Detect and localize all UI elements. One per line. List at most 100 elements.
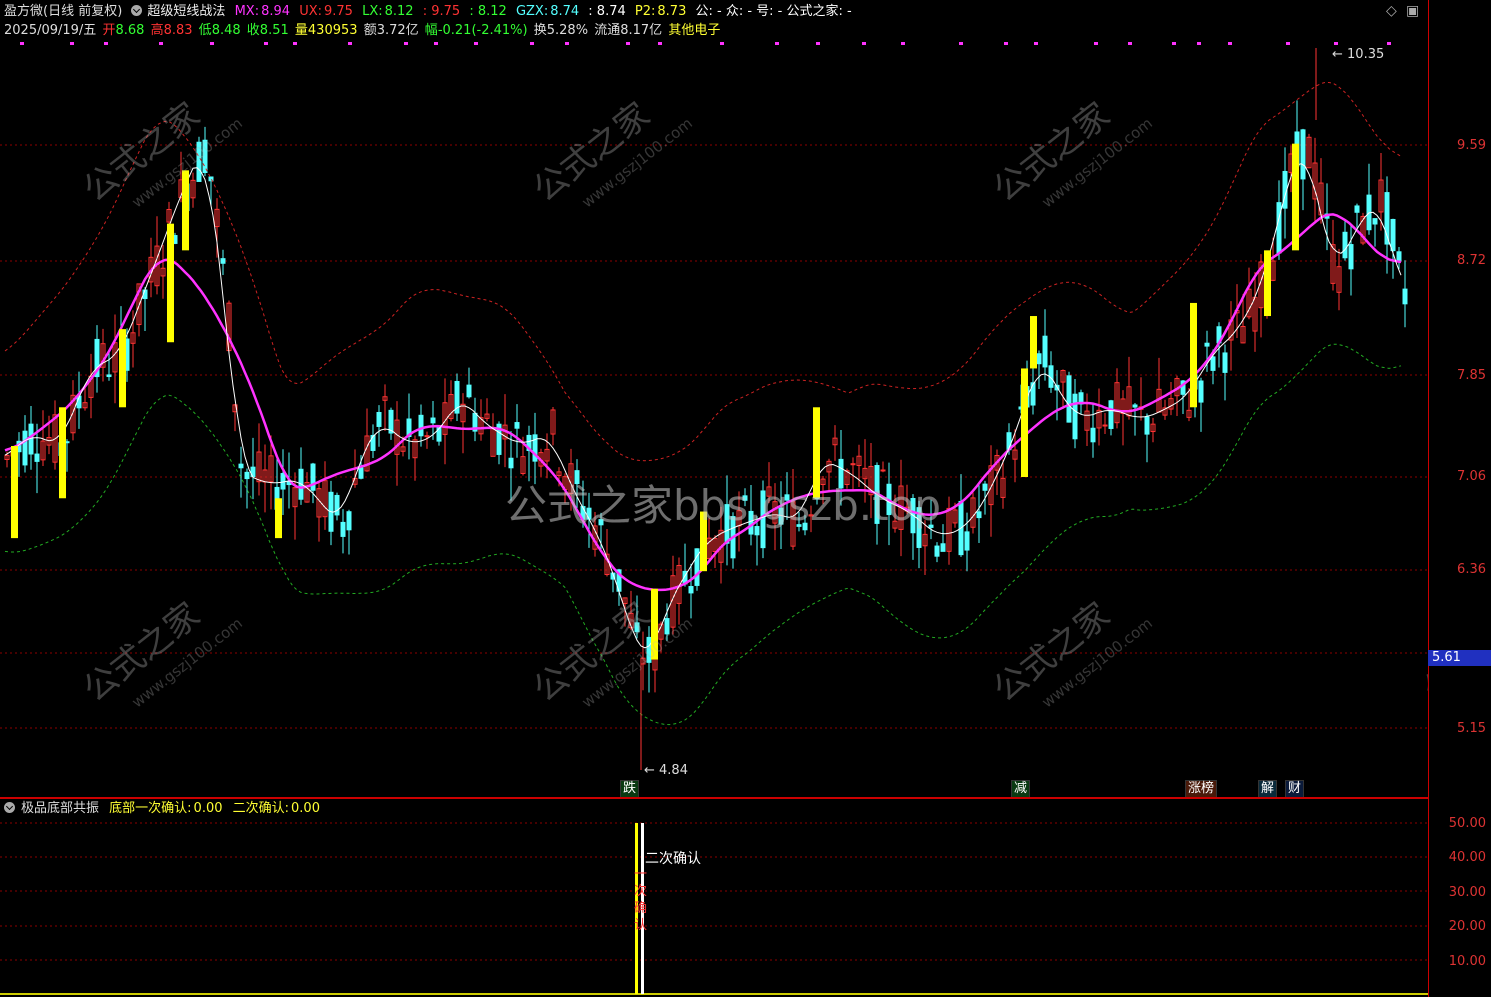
first-confirm-annotation: 一 xyxy=(634,867,647,882)
signal-dot xyxy=(1094,42,1098,45)
sub-indicator-header: 极品底部共振 底部一次确认: 0.00 二次确认: 0.00 xyxy=(4,800,326,818)
candle-body xyxy=(1342,231,1348,259)
candle-body xyxy=(220,258,226,264)
signal-dot xyxy=(658,42,662,45)
second-confirm-annotation: 二次确认 xyxy=(645,851,701,867)
first-confirm-annotation: 确 xyxy=(634,901,647,916)
candle-body xyxy=(514,422,520,429)
candle-body xyxy=(430,417,436,424)
candle-body xyxy=(238,463,244,469)
candle-body xyxy=(934,545,940,557)
candle-body xyxy=(508,457,514,469)
candle-body xyxy=(22,430,28,466)
candle-body xyxy=(1102,424,1108,427)
low-marker: ← 4.84 xyxy=(644,763,688,778)
candle-body xyxy=(1396,251,1402,262)
second-confirm-label: 二次确认: xyxy=(232,801,290,816)
candle-body xyxy=(310,463,316,491)
signal-dot xyxy=(474,42,478,45)
signal-dot xyxy=(1128,42,1132,45)
candle-body xyxy=(34,453,40,462)
sub-tick: 40.00 xyxy=(1448,850,1486,865)
signal-bar xyxy=(1190,302,1197,408)
signal-dot xyxy=(1286,42,1290,45)
sub-indicator-name[interactable]: 极品底部共振 xyxy=(21,801,99,816)
first-confirm-annotation: 认 xyxy=(634,918,647,933)
candle-body xyxy=(964,531,970,551)
signal-dot xyxy=(565,42,569,45)
event-badge-limitup[interactable]: 涨榜 xyxy=(1185,780,1218,798)
signal-dot xyxy=(210,42,214,45)
signal-dot xyxy=(1228,42,1232,45)
candle-body xyxy=(1222,352,1228,373)
watermark-stamp: 公式之家www.gszj100.com xyxy=(526,95,696,211)
signal-dot xyxy=(20,42,24,45)
candle-body xyxy=(370,434,376,451)
price-tick: 7.06 xyxy=(1457,469,1486,484)
second-confirm-value: 0.00 xyxy=(291,801,320,816)
candle-body xyxy=(976,511,982,519)
candle-body xyxy=(334,494,340,516)
candle-body xyxy=(1042,335,1048,368)
signal-dot xyxy=(1387,42,1391,45)
signal-dot xyxy=(70,42,74,45)
event-badge-finance[interactable]: 财 xyxy=(1285,780,1305,798)
sub-tick: 10.00 xyxy=(1448,954,1486,969)
event-badge-drop[interactable]: 跌 xyxy=(620,780,640,798)
candle-body xyxy=(1276,202,1282,254)
candle-body xyxy=(1072,393,1078,440)
event-badge-unlock[interactable]: 解 xyxy=(1258,780,1278,798)
event-badge-reduce[interactable]: 减 xyxy=(1011,780,1031,798)
candle-body xyxy=(1300,129,1306,180)
candle-body xyxy=(1144,416,1150,435)
candle-body xyxy=(1372,218,1378,225)
price-tick: 8.72 xyxy=(1457,253,1486,268)
pane-divider[interactable] xyxy=(0,797,1428,799)
candle-body xyxy=(1402,288,1408,305)
signal-dot xyxy=(1004,42,1008,45)
sub-tick: 50.00 xyxy=(1448,816,1486,831)
signal-bar xyxy=(119,329,126,408)
candle-body xyxy=(106,374,112,378)
candle-body xyxy=(1198,380,1204,403)
signal-dot xyxy=(434,42,438,45)
sub-tick: 30.00 xyxy=(1448,885,1486,900)
price-tick: 7.85 xyxy=(1457,368,1486,383)
price-axis: 9.59 8.72 7.85 7.06 6.36 5.15 50.00 40.0… xyxy=(1428,0,1491,997)
signal-bar xyxy=(1292,143,1299,251)
signal-dot xyxy=(816,42,820,45)
candle-body xyxy=(688,586,694,594)
signal-dot xyxy=(264,42,268,45)
candle-body xyxy=(340,521,346,537)
candle-body xyxy=(1204,342,1210,347)
signal-bar xyxy=(1264,250,1271,317)
price-tick: 5.15 xyxy=(1457,721,1486,736)
candle-body xyxy=(982,483,988,491)
candle-body xyxy=(1030,382,1036,406)
candle-body xyxy=(376,411,382,427)
signal-dot xyxy=(1197,42,1201,45)
signal-dot xyxy=(530,42,534,45)
price-tick: 6.36 xyxy=(1457,562,1486,577)
candle-body xyxy=(880,469,886,472)
current-price-badge: 5.61 xyxy=(1428,650,1491,666)
signal-dot xyxy=(1172,42,1176,45)
signal-dot xyxy=(901,42,905,45)
first-confirm-label: 底部一次确认: xyxy=(109,801,192,816)
sub-toggle-icon[interactable] xyxy=(4,802,15,813)
signal-dot xyxy=(626,42,630,45)
signal-dot xyxy=(104,42,108,45)
candle-body xyxy=(1210,356,1216,371)
candle-body xyxy=(1132,404,1138,408)
signal-dot xyxy=(1334,42,1338,45)
price-tick: 9.59 xyxy=(1457,138,1486,153)
first-confirm-value: 0.00 xyxy=(193,801,223,816)
candle-body xyxy=(1090,427,1096,443)
first-confirm-annotation: 次 xyxy=(634,883,647,899)
signal-dot xyxy=(348,42,352,45)
candle-body xyxy=(358,467,364,479)
watermark-stamp: 公式之家www.gszj100.com xyxy=(76,95,246,211)
candle-body xyxy=(244,471,250,480)
signal-dot xyxy=(720,42,724,45)
signal-dot xyxy=(1034,42,1038,45)
